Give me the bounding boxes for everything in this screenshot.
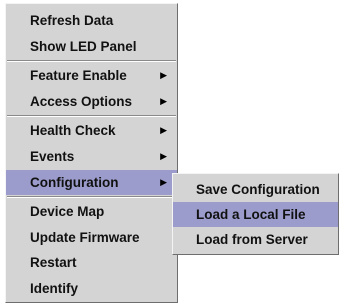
menu-item-health-check[interactable]: Health Check ▶ <box>6 118 177 144</box>
menu-item-label: Show LED Panel <box>30 38 137 54</box>
menu-item-label: Restart <box>30 255 77 271</box>
menu-item-label: Configuration <box>30 174 119 190</box>
chevron-right-icon: ▶ <box>160 95 167 106</box>
chevron-right-icon: ▶ <box>160 150 167 161</box>
menu-item-device-map[interactable]: Device Map <box>6 199 177 225</box>
submenu-item-label: Load a Local File <box>196 207 306 222</box>
menu-item-refresh-data[interactable]: Refresh Data <box>6 8 177 34</box>
menu-item-identify[interactable]: Identify <box>6 276 177 302</box>
context-menu: Refresh Data Show LED Panel Feature Enab… <box>5 3 178 303</box>
submenu-item-save-configuration[interactable]: Save Configuration <box>173 177 338 202</box>
chevron-right-icon: ▶ <box>160 70 167 81</box>
screen: Refresh Data Show LED Panel Feature Enab… <box>0 0 344 303</box>
menu-item-update-firmware[interactable]: Update Firmware <box>6 225 177 251</box>
menu-item-label: Access Options <box>30 93 133 109</box>
menu-item-label: Refresh Data <box>30 13 114 28</box>
menu-item-label: Health Check <box>30 123 116 139</box>
configuration-submenu: Save Configuration Load a Local File Loa… <box>172 173 339 255</box>
menu-item-label: Device Map <box>30 204 105 220</box>
menu-item-access-options[interactable]: Access Options ▶ <box>6 89 177 115</box>
submenu-item-label: Load from Server <box>196 232 308 247</box>
submenu-item-label: Save Configuration <box>196 182 320 197</box>
chevron-right-icon: ▶ <box>160 176 167 187</box>
menu-item-events[interactable]: Events ▶ <box>6 144 177 170</box>
menu-item-show-led-panel[interactable]: Show LED Panel <box>6 34 177 60</box>
chevron-right-icon: ▶ <box>160 125 167 136</box>
menu-item-feature-enable[interactable]: Feature Enable ▶ <box>6 63 177 89</box>
submenu-item-load-local-file[interactable]: Load a Local File <box>173 202 338 227</box>
menu-item-label: Feature Enable <box>30 68 127 84</box>
menu-item-restart[interactable]: Restart <box>6 250 177 276</box>
menu-item-label: Events <box>30 148 75 164</box>
menu-item-configuration[interactable]: Configuration ▶ <box>6 169 177 196</box>
menu-item-label: Update Firmware <box>30 229 140 245</box>
submenu-item-load-from-server[interactable]: Load from Server <box>173 227 338 252</box>
menu-item-label: Identify <box>30 280 79 296</box>
